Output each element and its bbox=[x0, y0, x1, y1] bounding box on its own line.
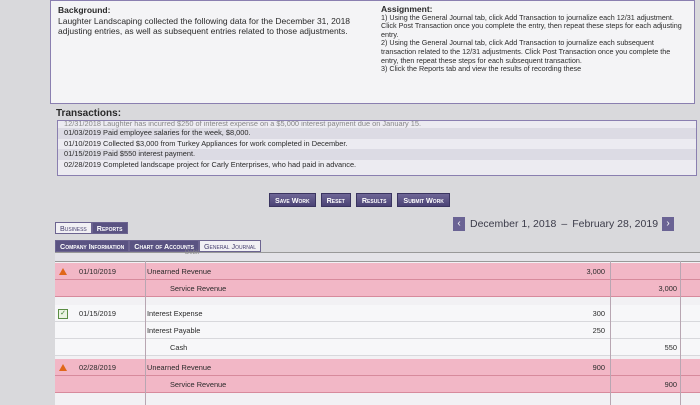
save-work-button[interactable]: Save Work bbox=[269, 193, 316, 207]
date-range-start: December 1, 2018 bbox=[470, 218, 557, 230]
row-debit: 300 bbox=[592, 309, 605, 318]
assignment-step-2: 2) Using the General Journal tab, click … bbox=[381, 38, 671, 65]
assignment-step-3: 3) Click the Reports tab and view the re… bbox=[381, 64, 582, 74]
table-row[interactable]: 02/28/2019 Unearned Revenue 900 bbox=[55, 359, 700, 376]
transaction-item: 01/15/2019 Paid $550 interest payment. bbox=[58, 149, 696, 160]
row-credit bbox=[625, 322, 677, 339]
row-credit: 3,000 bbox=[658, 284, 678, 293]
row-date bbox=[65, 322, 145, 339]
column-divider bbox=[610, 261, 611, 405]
row-credit: 900 bbox=[664, 380, 677, 389]
row-date: 01/10/2019 bbox=[79, 267, 116, 276]
tab-business[interactable]: Business bbox=[55, 222, 92, 234]
assignment-section: Assignment: 1) Using the General Journal… bbox=[381, 5, 686, 74]
row-debit: 250 bbox=[592, 326, 605, 335]
table-row[interactable]: Cash 550 bbox=[55, 339, 700, 356]
transaction-item: 02/28/2019 Completed landscape project f… bbox=[64, 159, 357, 169]
row-date bbox=[65, 339, 145, 356]
row-account: Interest Payable bbox=[147, 326, 201, 335]
journal-header-label: Debit bbox=[185, 250, 200, 256]
column-divider bbox=[145, 261, 146, 405]
next-arrow-icon[interactable]: › bbox=[662, 217, 675, 231]
date-range-separator: – bbox=[561, 218, 568, 230]
row-credit: 550 bbox=[664, 343, 677, 352]
assignment-step-1: 1) Using the General Journal tab, click … bbox=[381, 12, 682, 39]
row-account: Unearned Revenue bbox=[147, 363, 212, 372]
table-row[interactable]: 01/10/2019 Unearned Revenue 3,000 bbox=[55, 263, 700, 280]
general-journal-table: Debit 01/10/2019 Unearned Revenue 3,000 … bbox=[55, 250, 700, 405]
row-account: Service Revenue bbox=[170, 380, 227, 389]
row-debit bbox=[555, 339, 605, 356]
row-date: 02/28/2019 bbox=[79, 363, 116, 372]
date-range-nav: ‹ December 1, 2018 – February 28, 2019 › bbox=[453, 217, 675, 231]
transaction-item: 01/03/2019 Paid employee salaries for th… bbox=[58, 128, 696, 139]
column-divider bbox=[680, 261, 681, 405]
table-row[interactable]: ✓ 01/15/2019 Interest Expense 300 bbox=[55, 305, 700, 322]
date-range-end: February 28, 2019 bbox=[572, 218, 659, 230]
table-row[interactable]: Interest Payable 250 bbox=[55, 322, 700, 339]
submit-work-button[interactable]: Submit Work bbox=[397, 193, 450, 207]
action-buttons: Save Work Reset Results Submit Work bbox=[269, 193, 450, 207]
main-tabs: Business Reports bbox=[55, 222, 128, 234]
table-row[interactable]: Service Revenue 900 bbox=[55, 376, 700, 393]
prev-arrow-icon[interactable]: ‹ bbox=[453, 217, 465, 231]
tab-company-information[interactable]: Company Information bbox=[55, 240, 130, 252]
row-credit bbox=[625, 305, 677, 322]
row-account: Unearned Revenue bbox=[147, 267, 212, 276]
row-debit bbox=[555, 376, 605, 393]
results-button[interactable]: Results bbox=[355, 193, 393, 207]
row-debit: 3,000 bbox=[586, 267, 606, 276]
tab-reports[interactable]: Reports bbox=[91, 222, 128, 234]
transactions-list: 12/31/2018 Laughter has incurred $250 of… bbox=[57, 120, 697, 176]
tab-general-journal[interactable]: General Journal bbox=[198, 240, 261, 252]
row-date bbox=[65, 280, 145, 297]
sub-tabs: Company Information Chart of Accounts Ge… bbox=[55, 240, 261, 252]
transaction-item: 01/10/2019 Collected $3,000 from Turkey … bbox=[64, 138, 348, 148]
row-date: 01/15/2019 bbox=[79, 309, 116, 318]
row-account: Service Revenue bbox=[170, 284, 227, 293]
transaction-item: 12/31/2018 Laughter has incurred $250 of… bbox=[64, 121, 422, 128]
row-debit bbox=[555, 280, 605, 297]
background-heading: Background: bbox=[58, 5, 111, 15]
journal-header: Debit bbox=[55, 250, 700, 262]
transactions-title: Transactions: bbox=[56, 108, 122, 119]
row-debit: 900 bbox=[592, 363, 605, 372]
background-section: Background: Laughter Landscaping collect… bbox=[58, 5, 368, 37]
row-credit bbox=[625, 359, 677, 376]
row-account: Interest Expense bbox=[147, 309, 203, 318]
reset-button[interactable]: Reset bbox=[320, 193, 351, 207]
row-account: Cash bbox=[170, 343, 188, 352]
info-panel: Background: Laughter Landscaping collect… bbox=[50, 0, 695, 104]
row-date bbox=[65, 376, 145, 393]
background-text: Laughter Landscaping collected the follo… bbox=[58, 15, 351, 37]
row-credit bbox=[625, 263, 677, 280]
table-row[interactable]: Service Revenue 3,000 bbox=[55, 280, 700, 297]
